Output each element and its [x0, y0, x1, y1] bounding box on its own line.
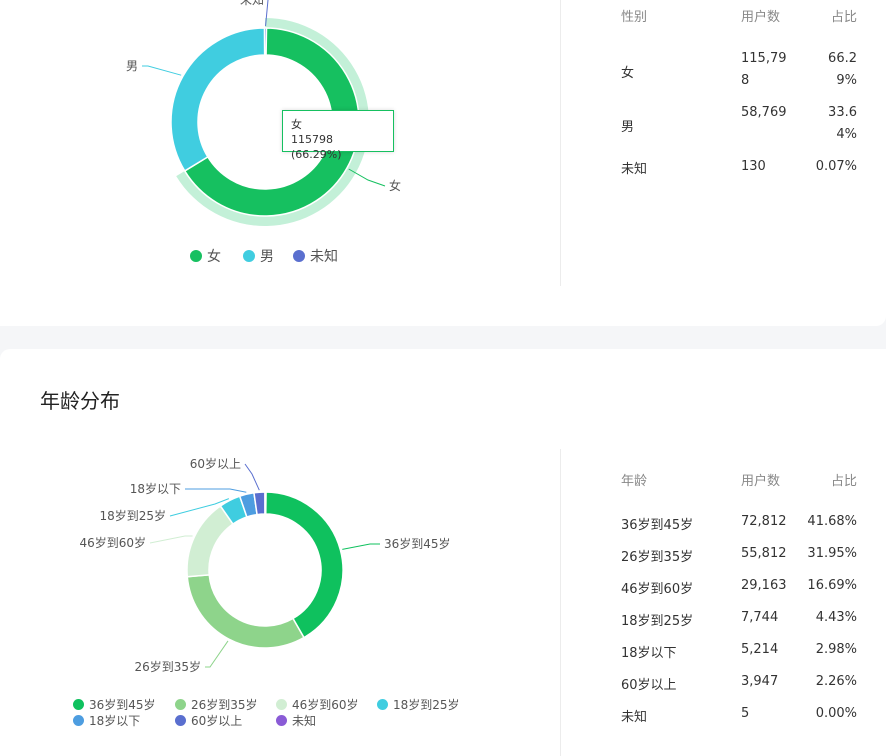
table-header: 年龄	[621, 474, 648, 489]
table-cell: 41.68%	[807, 514, 857, 529]
table-cell: 未知	[621, 710, 648, 725]
legend-item[interactable]: 男	[243, 246, 274, 266]
slice-label: 未知	[240, 0, 264, 7]
legend-label: 女	[207, 249, 221, 265]
legend-marker	[175, 715, 186, 726]
table-cell: 60岁以上	[621, 678, 677, 693]
table-cell: 0.00%	[815, 706, 857, 721]
slice-label: 男	[126, 59, 138, 73]
table-cell: 16.69%	[807, 578, 857, 593]
table-cell: 55,812	[741, 546, 787, 561]
chart-tooltip: 女 115798 (66.29%)	[282, 110, 394, 161]
legend-marker	[243, 250, 255, 262]
slice-label: 36岁到45岁	[384, 536, 451, 551]
legend-item[interactable]: 46岁到60岁	[276, 696, 359, 713]
table-cell: 3,947	[741, 674, 779, 689]
divider	[560, 0, 561, 286]
table-cell: 2.26%	[815, 674, 857, 689]
legend-label: 18岁以下	[89, 714, 141, 728]
table-header: 用户数	[741, 474, 781, 489]
legend-item[interactable]: 18岁到25岁	[377, 696, 460, 713]
slice-label: 60岁以上	[190, 456, 241, 471]
leader-line	[185, 488, 247, 493]
table-header: 占比	[830, 474, 857, 489]
legend-marker	[293, 250, 305, 262]
table-cell: 46岁到60岁	[621, 582, 694, 597]
legend-item[interactable]: 未知	[276, 712, 316, 729]
table-cell: 5	[741, 706, 750, 721]
table-cell: 未知	[621, 162, 648, 177]
table-cell: 26岁到35岁	[621, 550, 694, 565]
legend-item[interactable]: 未知	[293, 246, 338, 266]
leader-line	[342, 543, 380, 550]
table-cell: 33.64%	[828, 105, 857, 142]
leader-line	[244, 463, 260, 491]
legend-marker	[73, 699, 84, 710]
leader-line	[348, 168, 386, 187]
legend-marker	[276, 699, 287, 710]
legend-label: 36岁到45岁	[89, 698, 156, 712]
leader-line	[142, 65, 182, 76]
tooltip-value: 115798 (66.29%)	[291, 133, 342, 161]
legend-item[interactable]: 18岁以下	[73, 712, 140, 729]
legend-label: 26岁到35岁	[191, 698, 258, 712]
table-cell: 36岁到45岁	[621, 518, 694, 533]
table-cell: 5,214	[741, 642, 779, 657]
slice-label: 46岁到60岁	[79, 535, 146, 550]
legend-label: 未知	[310, 249, 338, 265]
gender-card: 女男未知 女 115798 (66.29%) 女男未知 性别 用户数 占比女 115,…	[0, 0, 886, 326]
leader-line	[149, 535, 193, 544]
table-cell: 66.29%	[828, 51, 857, 88]
table-cell: 115,798	[741, 51, 787, 88]
pie-slice[interactable]	[170, 27, 266, 172]
pie-slice[interactable]	[264, 491, 344, 639]
table-header: 用户数	[741, 10, 781, 25]
table-cell: 31.95%	[807, 546, 857, 561]
tooltip-name: 女	[291, 118, 302, 131]
pie-slice[interactable]	[186, 574, 305, 649]
slice-label: 女	[389, 178, 401, 193]
slice-label: 18岁以下	[130, 481, 181, 496]
table-cell: 29,163	[741, 578, 787, 593]
legend-label: 60岁以上	[191, 714, 243, 728]
pie-slice[interactable]	[263, 27, 268, 56]
legend-marker	[73, 715, 84, 726]
table-cell: 0.07%	[815, 159, 857, 174]
table-cell: 18岁以下	[621, 646, 677, 661]
legend-marker	[190, 250, 202, 262]
table-cell: 女	[621, 66, 635, 81]
table-header: 性别	[621, 10, 648, 25]
table-cell: 18岁到25岁	[621, 614, 694, 629]
divider	[560, 449, 561, 756]
legend-marker	[175, 699, 186, 710]
legend-item[interactable]: 36岁到45岁	[73, 696, 156, 713]
legend-marker	[377, 699, 388, 710]
table-cell: 4.43%	[815, 610, 857, 625]
table-cell: 58,769	[741, 105, 787, 120]
legend-label: 男	[260, 249, 274, 265]
age-donut-chart: 36岁到45岁 26岁到35岁 46岁到60岁 18岁到25岁 18岁以下 60岁以上	[79, 456, 451, 674]
legend-item[interactable]: 26岁到35岁	[175, 696, 258, 713]
legend-marker	[276, 715, 287, 726]
legend-label: 未知	[292, 714, 317, 728]
legend-item[interactable]: 60岁以上	[175, 712, 242, 729]
gender-donut-chart: 女 男 未知	[126, 0, 401, 226]
table-cell: 2.98%	[815, 642, 857, 657]
slice-label: 26岁到35岁	[134, 659, 201, 674]
table-cell: 男	[621, 120, 635, 135]
leader-line	[205, 640, 229, 668]
table-cell: 130	[741, 159, 766, 174]
legend-label: 46岁到60岁	[292, 698, 359, 712]
legend-label: 18岁到25岁	[393, 698, 460, 712]
table-cell: 72,812	[741, 514, 787, 529]
age-card: 年龄分布 36岁到45岁 26岁到35岁 46岁到60岁 18岁到25岁 18岁以下 60…	[0, 349, 886, 756]
table-header: 占比	[830, 10, 857, 25]
legend-item[interactable]: 女	[190, 246, 221, 266]
pie-slice[interactable]	[264, 491, 267, 515]
slice-label: 18岁到25岁	[99, 508, 166, 523]
table-cell: 7,744	[741, 610, 779, 625]
pie-slice[interactable]	[186, 504, 235, 578]
